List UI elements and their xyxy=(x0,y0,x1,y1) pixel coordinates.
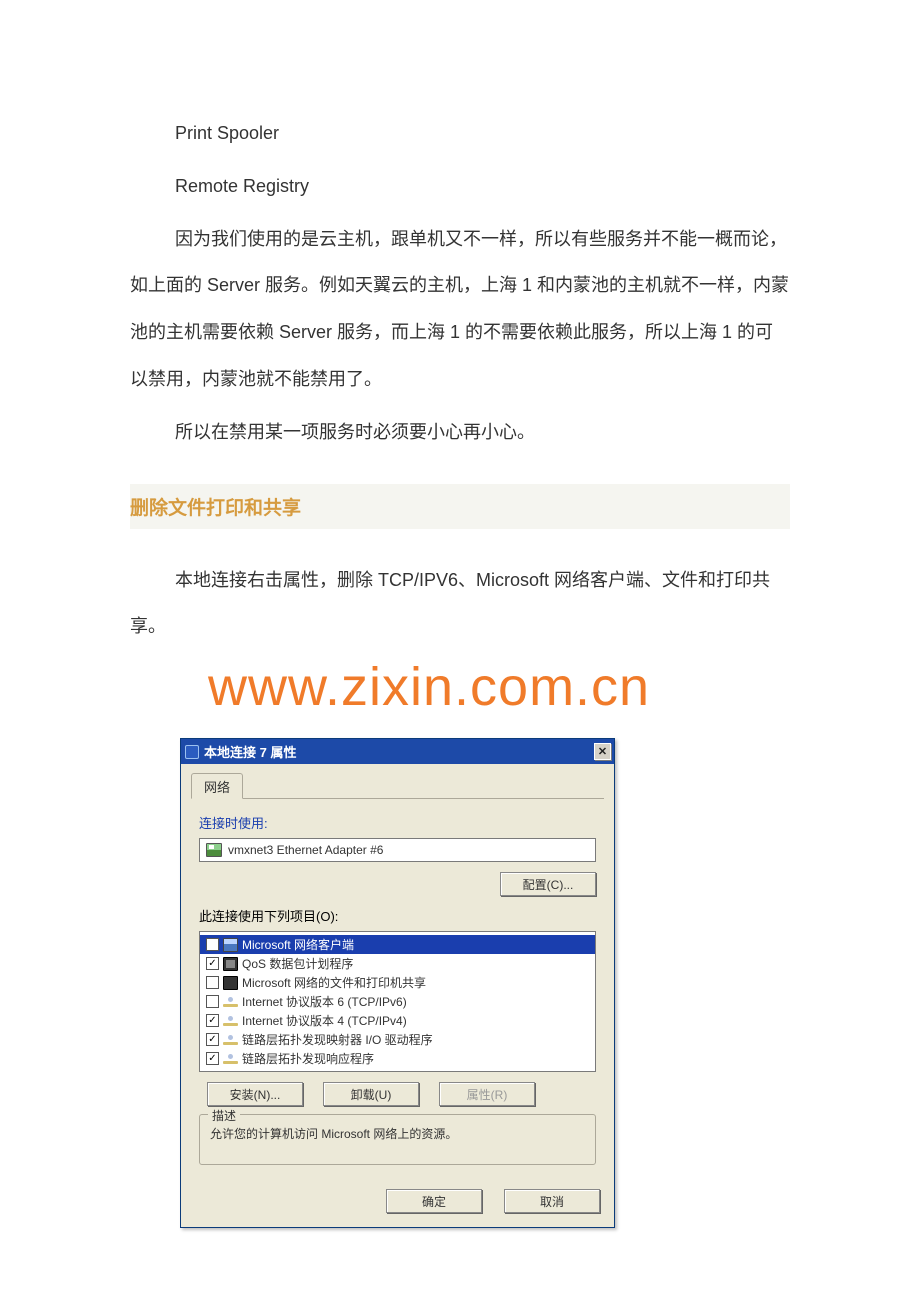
list-item[interactable]: Internet 协议版本 6 (TCP/IPv6) xyxy=(200,992,595,1011)
item-label: Microsoft 网络客户端 xyxy=(242,936,354,953)
item-label: 链路层拓扑发现映射器 I/O 驱动程序 xyxy=(242,1031,433,1048)
uninstall-button[interactable]: 卸载(U) xyxy=(323,1082,419,1106)
ok-button[interactable]: 确定 xyxy=(386,1189,482,1213)
list-item[interactable]: ✓ QoS 数据包计划程序 xyxy=(200,954,595,973)
protocol-icon xyxy=(223,1033,238,1047)
window-icon xyxy=(185,745,199,759)
watermark-text: www.zixin.com.cn xyxy=(208,656,650,718)
cancel-button[interactable]: 取消 xyxy=(504,1189,600,1213)
paragraph-cloud-host: 因为我们使用的是云主机，跟单机又不一样，所以有些服务并不能一概而论，如上面的 S… xyxy=(130,216,790,403)
tab-network[interactable]: 网络 xyxy=(191,773,243,799)
text-remote-registry: Remote Registry xyxy=(130,163,790,210)
item-label: Internet 协议版本 6 (TCP/IPv6) xyxy=(242,993,407,1010)
list-item[interactable]: Microsoft 网络客户端 xyxy=(200,935,595,954)
dialog-title: 本地连接 7 属性 xyxy=(204,742,594,761)
install-button[interactable]: 安装(N)... xyxy=(207,1082,303,1106)
item-label: Internet 协议版本 4 (TCP/IPv4) xyxy=(242,1012,407,1029)
checkbox[interactable]: ✓ xyxy=(206,1033,219,1046)
label-connect-using: 连接时使用: xyxy=(199,813,596,832)
list-item[interactable]: Microsoft 网络的文件和打印机共享 xyxy=(200,973,595,992)
item-label: QoS 数据包计划程序 xyxy=(242,955,353,972)
watermark-row: 共享。 www.zixin.com.cn xyxy=(130,656,790,718)
list-item[interactable]: ✓ Internet 协议版本 4 (TCP/IPv4) xyxy=(200,1011,595,1030)
properties-dialog: 本地连接 7 属性 ✕ 网络 连接时使用: vmxnet3 Ethernet A… xyxy=(180,738,615,1228)
protocol-icon xyxy=(223,976,238,990)
adapter-name: vmxnet3 Ethernet Adapter #6 xyxy=(228,843,383,857)
close-icon[interactable]: ✕ xyxy=(594,743,611,760)
protocol-icon xyxy=(223,938,238,952)
checkbox[interactable]: ✓ xyxy=(206,957,219,970)
section-heading: 删除文件打印和共享 xyxy=(130,498,301,519)
adapter-box[interactable]: vmxnet3 Ethernet Adapter #6 xyxy=(199,838,596,862)
protocol-icon xyxy=(223,1014,238,1028)
dialog-titlebar[interactable]: 本地连接 7 属性 ✕ xyxy=(181,739,614,764)
checkbox[interactable] xyxy=(206,938,219,951)
description-legend: 描述 xyxy=(208,1107,240,1124)
checkbox[interactable]: ✓ xyxy=(206,1052,219,1065)
nic-icon xyxy=(206,843,222,857)
properties-button[interactable]: 属性(R) xyxy=(439,1082,535,1106)
checkbox[interactable]: ✓ xyxy=(206,1014,219,1027)
text-print-spooler: Print Spooler xyxy=(130,110,790,157)
paragraph-instruction: 本地连接右击属性，删除 TCP/IPV6、Microsoft 网络客户端、文件和… xyxy=(130,557,790,651)
list-item[interactable]: ✓ 链路层拓扑发现响应程序 xyxy=(200,1049,595,1068)
description-text: 允许您的计算机访问 Microsoft 网络上的资源。 xyxy=(210,1127,457,1141)
list-item[interactable]: ✓ 链路层拓扑发现映射器 I/O 驱动程序 xyxy=(200,1030,595,1049)
protocol-icon xyxy=(223,957,238,971)
item-label: Microsoft 网络的文件和打印机共享 xyxy=(242,974,426,991)
paragraph-caution: 所以在禁用某一项服务时必须要小心再小心。 xyxy=(130,409,790,456)
item-label: 链路层拓扑发现响应程序 xyxy=(242,1050,374,1067)
protocol-icon xyxy=(223,995,238,1009)
label-items: 此连接使用下列项目(O): xyxy=(199,906,596,925)
checkbox[interactable] xyxy=(206,995,219,1008)
checkbox[interactable] xyxy=(206,976,219,989)
description-fieldset: 描述 允许您的计算机访问 Microsoft 网络上的资源。 xyxy=(199,1114,596,1165)
configure-button[interactable]: 配置(C)... xyxy=(500,872,596,896)
connection-items-list[interactable]: Microsoft 网络客户端 ✓ QoS 数据包计划程序 Microsoft 网络的… xyxy=(199,931,596,1072)
tab-strip: 网络 xyxy=(191,773,604,799)
section-heading-row: 删除文件打印和共享 xyxy=(130,484,790,529)
protocol-icon xyxy=(223,1052,238,1066)
